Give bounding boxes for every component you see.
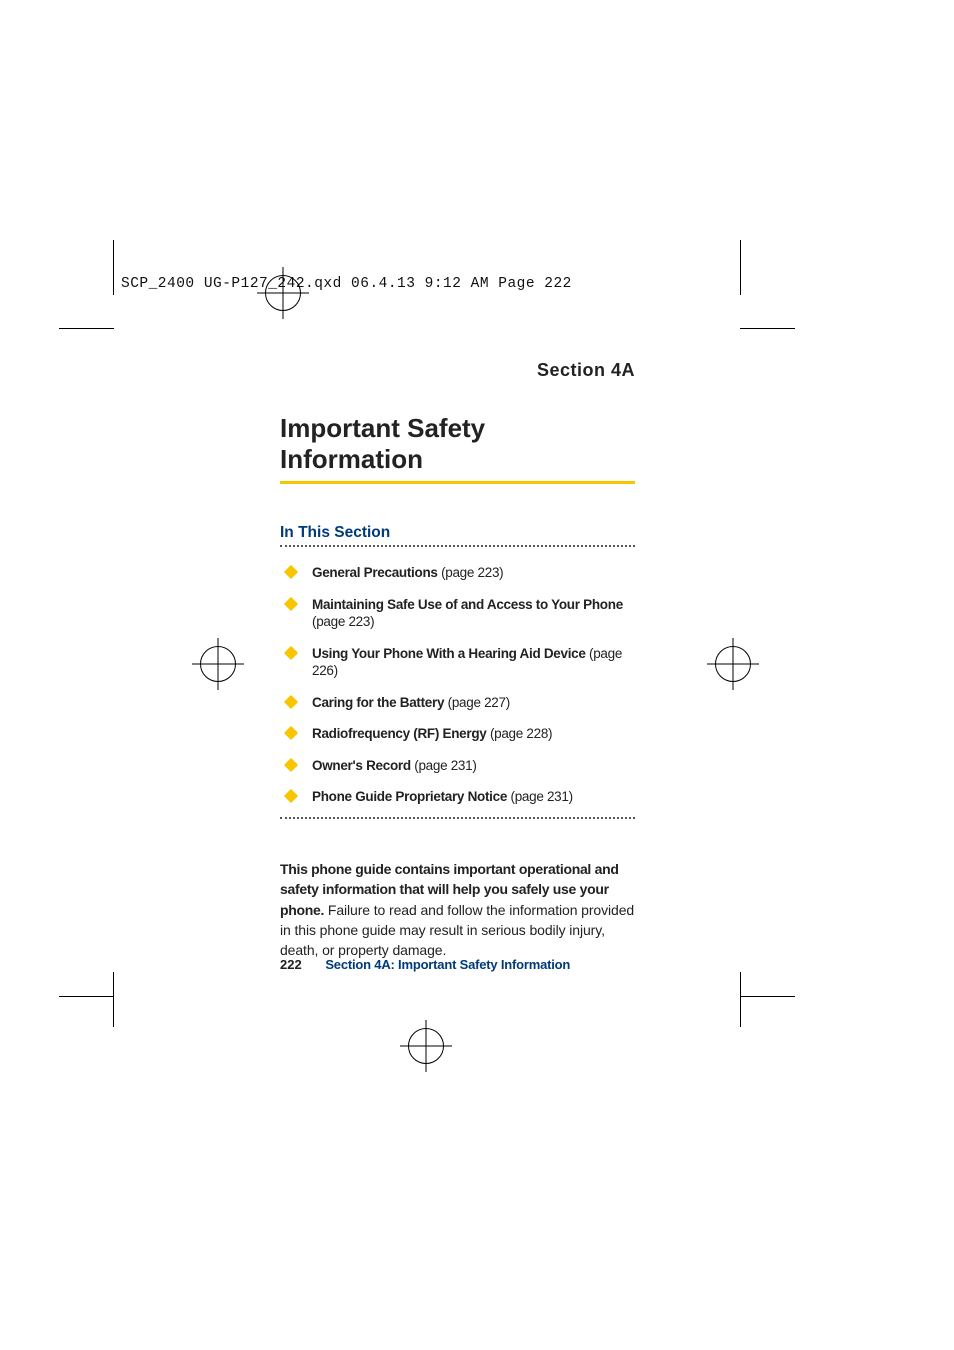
- crop-mark: [740, 972, 741, 1027]
- registration-mark-icon: [408, 1028, 444, 1064]
- bullet-diamond-icon: [284, 596, 298, 610]
- crop-mark: [59, 996, 114, 997]
- toc-item: Maintaining Safe Use of and Access to Yo…: [280, 589, 635, 638]
- toc-text: Maintaining Safe Use of and Access to Yo…: [312, 596, 635, 631]
- crop-mark: [59, 328, 114, 329]
- page-title: Important Safety Information: [280, 413, 635, 484]
- bullet-diamond-icon: [284, 726, 298, 740]
- toc-item: Caring for the Battery (page 227): [280, 687, 635, 719]
- registration-mark-icon: [715, 646, 751, 682]
- toc-item: Radiofrequency (RF) Energy (page 228): [280, 718, 635, 750]
- crop-mark: [113, 240, 114, 295]
- toc-item: General Precautions (page 223): [280, 557, 635, 589]
- intro-paragraph: This phone guide contains important oper…: [280, 859, 635, 960]
- page-number: 222: [280, 957, 302, 972]
- registration-mark-icon: [265, 275, 301, 311]
- toc-text: Phone Guide Proprietary Notice (page 231…: [312, 788, 635, 806]
- bullet-diamond-icon: [284, 646, 298, 660]
- toc-text: Caring for the Battery (page 227): [312, 694, 635, 712]
- crop-mark: [740, 240, 741, 295]
- bullet-diamond-icon: [284, 695, 298, 709]
- in-this-section-heading: In This Section: [280, 524, 635, 547]
- toc-item: Using Your Phone With a Hearing Aid Devi…: [280, 638, 635, 687]
- page-content: Section 4A Important Safety Information …: [280, 360, 635, 960]
- bullet-diamond-icon: [284, 565, 298, 579]
- registration-mark-icon: [200, 646, 236, 682]
- toc-list: General Precautions (page 223) Maintaini…: [280, 557, 635, 819]
- section-label: Section 4A: [280, 360, 635, 381]
- page-footer: 222 Section 4A: Important Safety Informa…: [280, 957, 570, 972]
- crop-mark: [740, 328, 795, 329]
- toc-text: General Precautions (page 223): [312, 564, 635, 582]
- toc-text: Using Your Phone With a Hearing Aid Devi…: [312, 645, 635, 680]
- toc-text: Owner's Record (page 231): [312, 757, 635, 775]
- bullet-diamond-icon: [284, 789, 298, 803]
- toc-item: Owner's Record (page 231): [280, 750, 635, 782]
- toc-item: Phone Guide Proprietary Notice (page 231…: [280, 781, 635, 813]
- crop-mark: [113, 972, 114, 1027]
- crop-mark: [740, 996, 795, 997]
- footer-title: Section 4A: Important Safety Information: [325, 957, 570, 972]
- print-slug: SCP_2400 UG-P127_242.qxd 06.4.13 9:12 AM…: [121, 276, 572, 292]
- bullet-diamond-icon: [284, 758, 298, 772]
- toc-text: Radiofrequency (RF) Energy (page 228): [312, 725, 635, 743]
